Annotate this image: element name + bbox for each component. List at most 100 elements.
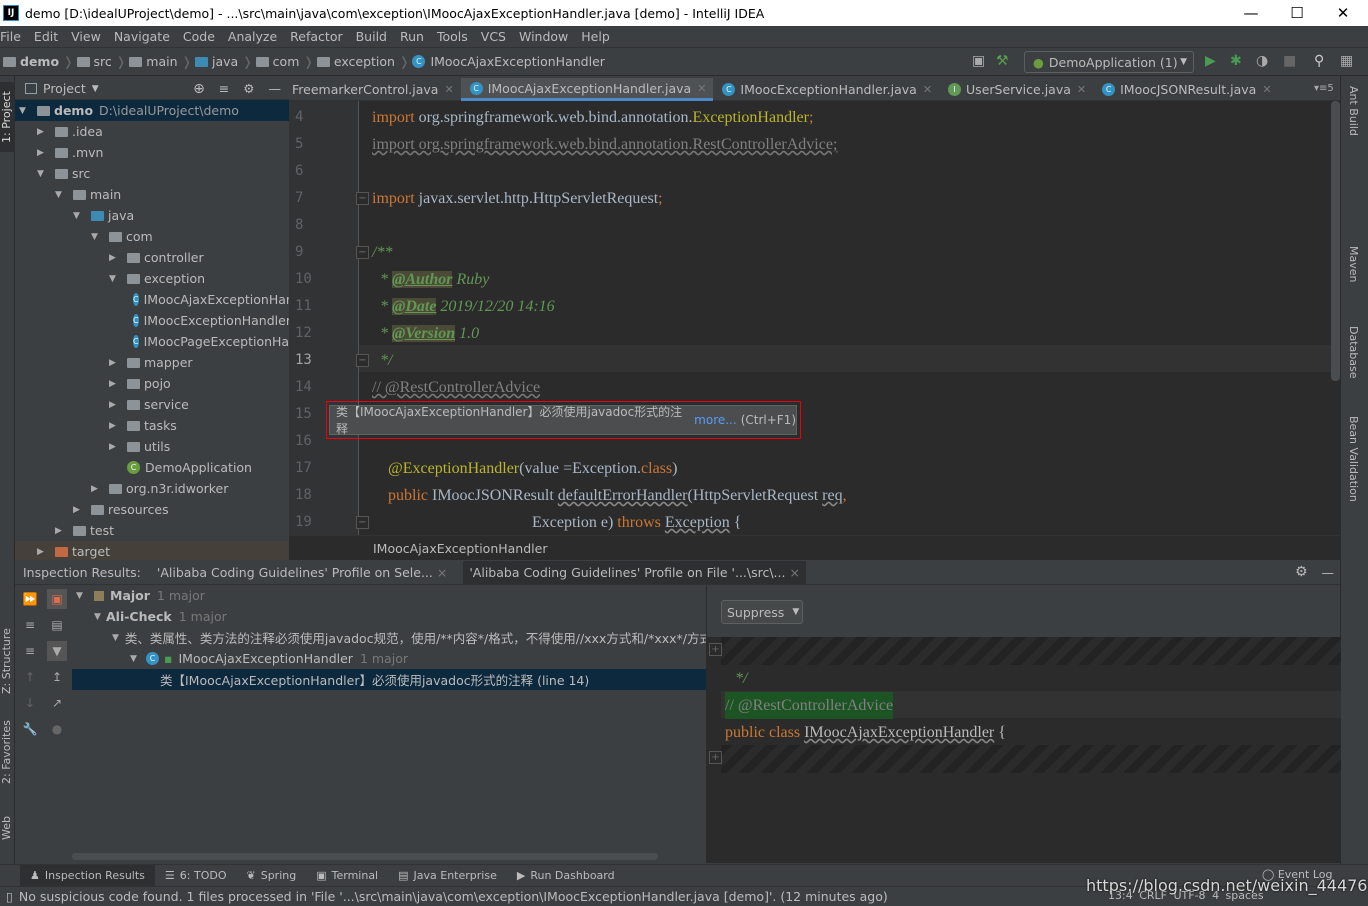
structure-tool-tab[interactable]: Z: Structure: [0, 616, 15, 706]
gear-icon[interactable]: ⚙: [243, 81, 254, 96]
search-icon[interactable]: ⚲: [1314, 53, 1324, 69]
inspection-tree-item[interactable]: 类【IMoocAjaxExceptionHandler】必须使用javadoc形…: [72, 669, 706, 690]
menu-refactor[interactable]: Refactor: [290, 29, 342, 44]
tool-window-java-enterprise[interactable]: ▤ Java Enterprise: [388, 865, 507, 887]
menu-vcs[interactable]: VCS: [481, 29, 506, 44]
tree-item-exception[interactable]: ▼ exception: [15, 268, 289, 289]
run-icon[interactable]: ▶: [1205, 53, 1216, 69]
close-tab-icon[interactable]: ✕: [444, 83, 453, 96]
tree-item-imoocexceptionhandler[interactable]: C IMoocExceptionHandler: [15, 310, 289, 331]
tree-item-controller[interactable]: ▶ controller: [15, 247, 289, 268]
collapsed-arrow-icon[interactable]: ▶: [109, 253, 121, 263]
breadcrumb-item[interactable]: java ❭: [194, 54, 253, 69]
tool-window-terminal[interactable]: ▣ Terminal: [306, 865, 388, 887]
close-tab-icon[interactable]: ✕: [697, 82, 706, 95]
editor-tab[interactable]: I UserService.java ✕: [939, 78, 1093, 101]
collapsed-arrow-icon[interactable]: ▶: [109, 442, 121, 452]
breadcrumb-item[interactable]: exception ❭: [316, 54, 409, 69]
tree-item-service[interactable]: ▶ service: [15, 394, 289, 415]
autoscroll-icon[interactable]: ↥: [47, 667, 67, 687]
expanded-arrow-icon[interactable]: ▼: [130, 654, 142, 664]
tree-item-imoocpageexceptionhandler[interactable]: C IMoocPageExceptionHandler: [15, 331, 289, 352]
tree-item-org-n3r-idworker[interactable]: ▶ org.n3r.idworker: [15, 478, 289, 499]
collapse-all-icon[interactable]: ≡: [20, 641, 40, 661]
rerun-icon[interactable]: ⏩: [20, 589, 40, 609]
tree-item--mvn[interactable]: ▶ .mvn: [15, 142, 289, 163]
fold-marker-icon[interactable]: −: [356, 192, 369, 205]
menu-tools[interactable]: Tools: [437, 29, 468, 44]
preview-code[interactable]: + */ // @RestControllerAdvice public class…: [707, 637, 1341, 863]
inspection-tab-2[interactable]: 'Alibaba Coding Guidelines' Profile on F…: [463, 560, 806, 584]
tree-item-demoapplication[interactable]: C DemoApplication: [15, 457, 289, 478]
tool-window-run-dashboard[interactable]: ▶ Run Dashboard: [507, 865, 625, 887]
project-structure-icon[interactable]: ▦: [1340, 53, 1353, 69]
hide-icon[interactable]: —: [269, 81, 282, 96]
export-icon[interactable]: ↗: [47, 693, 67, 713]
tool-window-inspection-results[interactable]: ♟ Inspection Results: [20, 864, 155, 887]
expanded-arrow-icon[interactable]: ▼: [112, 633, 119, 643]
expanded-arrow-icon[interactable]: ▼: [73, 211, 85, 221]
tree-item-src[interactable]: ▼ src: [15, 163, 289, 184]
wrench-icon[interactable]: 🔧: [20, 719, 40, 739]
editor-tab[interactable]: C IMoocAjaxExceptionHandler.java ✕: [460, 78, 714, 101]
collapsed-arrow-icon[interactable]: ▶: [37, 547, 49, 557]
tool-tab-bean-validation[interactable]: Bean Validation: [1347, 416, 1360, 502]
inspection-tree-item[interactable]: ▼ 类、类属性、类方法的注释必须使用javadoc规范，使用/**内容*/格式，不…: [72, 627, 706, 648]
menu-navigate[interactable]: Navigate: [114, 29, 170, 44]
editor-tab[interactable]: FreemarkerControl.java ✕: [289, 78, 461, 101]
expanded-arrow-icon[interactable]: ▼: [91, 232, 103, 242]
breadcrumb-item[interactable]: src ❭: [76, 54, 126, 69]
menu-window[interactable]: Window: [519, 29, 568, 44]
tool-window-spring[interactable]: ❦ Spring: [237, 865, 307, 887]
tree-item-mapper[interactable]: ▶ mapper: [15, 352, 289, 373]
tree-item-imoocajaxexceptionhandler[interactable]: C IMoocAjaxExceptionHandler: [15, 289, 289, 310]
tree-item-pojo[interactable]: ▶ pojo: [15, 373, 289, 394]
close-icon[interactable]: ×: [789, 565, 799, 580]
collapsed-arrow-icon[interactable]: ▶: [109, 421, 121, 431]
close-icon[interactable]: ×: [437, 565, 447, 580]
maximize-button[interactable]: ☐: [1274, 0, 1320, 26]
menu-edit[interactable]: Edit: [34, 29, 58, 44]
coverage-icon[interactable]: ◑: [1256, 53, 1268, 69]
code-editor[interactable]: 4 5 6 7 8 9 10 11 12 13 14 15 16 17 18 19 import org.sp…: [289, 101, 1340, 535]
tree-item-resources[interactable]: ▶ resources: [15, 499, 289, 520]
stop-icon[interactable]: ■: [1283, 53, 1296, 69]
project-view-select[interactable]: Project: [43, 81, 86, 96]
tree-item-utils[interactable]: ▶ utils: [15, 436, 289, 457]
build-hammer-icon[interactable]: ⚒: [996, 53, 1009, 69]
expand-all-icon[interactable]: ≡: [20, 615, 40, 635]
collapsed-arrow-icon[interactable]: ▶: [37, 148, 49, 158]
expanded-arrow-icon[interactable]: ▼: [19, 106, 31, 116]
editor-tab[interactable]: C IMoocExceptionHandler.java ✕: [713, 78, 939, 101]
breadcrumb-item[interactable]: C IMoocAjaxExceptionHandler: [412, 54, 605, 69]
editor-tab[interactable]: C IMoocJSONResult.java ✕: [1093, 78, 1278, 101]
expanded-arrow-icon[interactable]: ▼: [55, 190, 67, 200]
menu-analyze[interactable]: Analyze: [228, 29, 277, 44]
menu-run[interactable]: Run: [400, 29, 424, 44]
inspection-tree-item[interactable]: ▼ Ali-Check 1 major: [72, 606, 706, 627]
tool-tab-ant-build[interactable]: Ant Build: [1347, 86, 1360, 136]
tool-tab-maven[interactable]: Maven: [1347, 246, 1360, 282]
collapse-all-icon[interactable]: ≡: [219, 81, 229, 96]
close-button[interactable]: ✕: [1320, 0, 1366, 26]
tool-tab-database[interactable]: Database: [1347, 326, 1360, 379]
group-by-severity-icon[interactable]: ▣: [47, 589, 67, 609]
close-tab-icon[interactable]: ✕: [923, 83, 932, 96]
breadcrumb-item[interactable]: main ❭: [129, 54, 192, 69]
tree-item-java[interactable]: ▼ java: [15, 205, 289, 226]
previous-problem-icon[interactable]: ↑: [20, 667, 40, 687]
hide-icon[interactable]: —: [1322, 565, 1335, 580]
expanded-arrow-icon[interactable]: ▼: [109, 274, 121, 284]
expanded-arrow-icon[interactable]: ▼: [37, 169, 49, 179]
tabs-overflow[interactable]: ▾≡5: [1314, 83, 1334, 94]
inspection-tree-item[interactable]: ▼ Major 1 major: [72, 585, 706, 606]
tree-item-test[interactable]: ▶ test: [15, 520, 289, 541]
suppress-dropdown[interactable]: Suppress ▼: [721, 600, 803, 624]
expanded-arrow-icon[interactable]: ▼: [94, 612, 106, 622]
project-tool-tab[interactable]: 1: Project: [0, 82, 15, 152]
collapsed-arrow-icon[interactable]: ▶: [91, 484, 103, 494]
menu-help[interactable]: Help: [581, 29, 610, 44]
locate-icon[interactable]: ⊕: [193, 81, 205, 97]
filter-icon[interactable]: ▼: [47, 641, 67, 661]
collapsed-arrow-icon[interactable]: ▶: [55, 526, 67, 536]
